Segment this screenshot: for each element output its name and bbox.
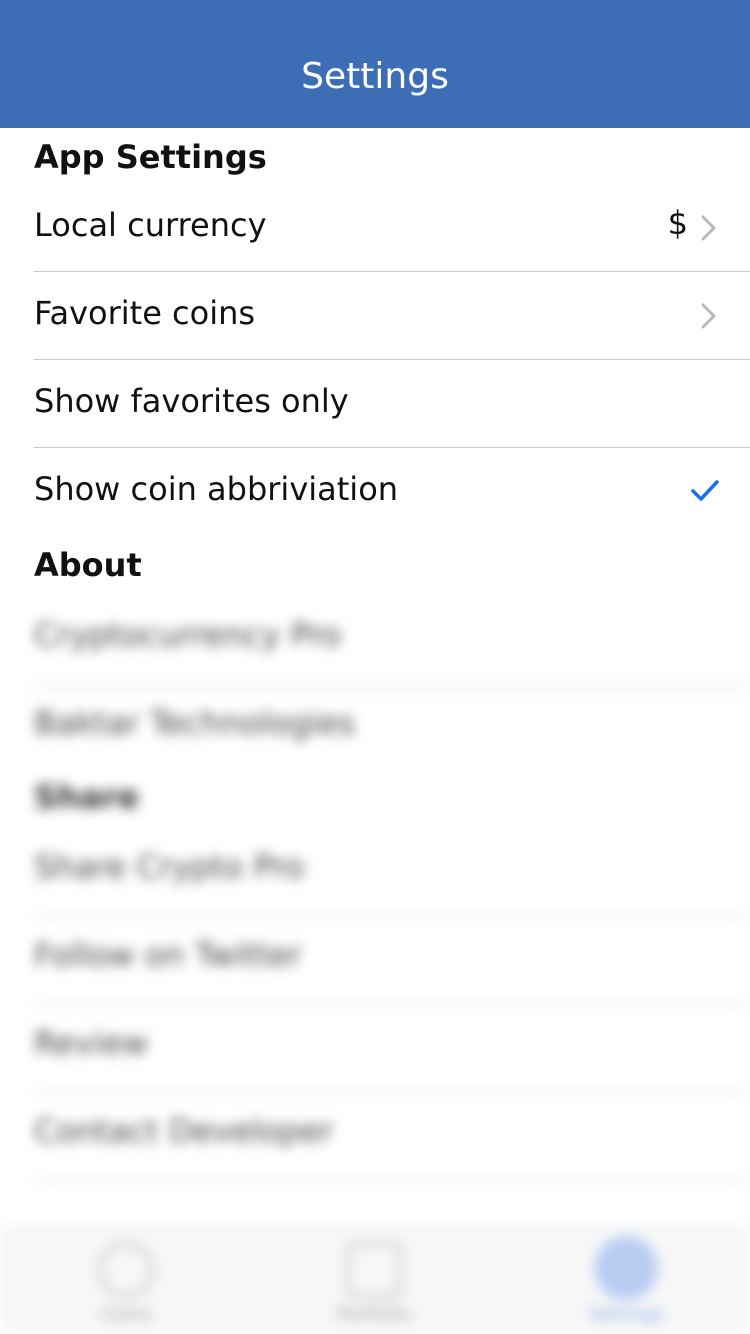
divider [34, 916, 750, 918]
blurred-content: Cryptocurrency Pro Baktar Technologies S… [0, 590, 750, 1334]
navigation-bar: Settings [0, 0, 750, 128]
portfolio-icon[interactable] [346, 1242, 402, 1298]
row-show-favorites-only[interactable]: Show favorites only [0, 360, 750, 448]
section-header-app-settings: App Settings [34, 138, 267, 176]
show-coin-abbreviation-label: Show coin abbriviation [34, 470, 399, 508]
share-row-review[interactable]: Review [34, 1024, 148, 1062]
page-title: Settings [301, 56, 449, 97]
coins-icon[interactable] [98, 1242, 154, 1298]
favorite-coins-label: Favorite coins [34, 294, 256, 332]
row-show-coin-abbreviation[interactable]: Show coin abbriviation [0, 448, 750, 536]
currency-value: $ [667, 204, 688, 242]
section-header-share: Share [34, 778, 139, 816]
share-row-contact-developer[interactable]: Contact Developer [34, 1112, 333, 1150]
share-row-follow-twitter[interactable]: Follow on Twitter [34, 936, 302, 974]
divider [34, 686, 750, 688]
row-local-currency[interactable]: Local currency $ [0, 184, 750, 272]
local-currency-label: Local currency [34, 206, 267, 244]
row-favorite-coins[interactable]: Favorite coins [0, 272, 750, 360]
settings-icon[interactable] [594, 1236, 658, 1300]
tab-label-portfolio[interactable]: Portfolio [314, 1304, 434, 1325]
divider [34, 1092, 750, 1094]
chevron-right-icon [701, 215, 716, 241]
share-row-share-app[interactable]: Share Crypto Pro [34, 848, 304, 886]
chevron-right-icon [701, 303, 716, 329]
show-favorites-only-label: Show favorites only [34, 382, 349, 420]
about-row-developer[interactable]: Baktar Technologies [34, 704, 355, 742]
tab-label-settings[interactable]: Settings [566, 1304, 686, 1325]
divider [34, 1004, 750, 1006]
divider [34, 1180, 750, 1182]
section-header-about: About [34, 546, 142, 584]
checkmark-icon [691, 480, 719, 501]
tab-bar: Coins Portfolio Settings [0, 1224, 750, 1334]
tab-label-coins[interactable]: Coins [66, 1304, 186, 1325]
about-row-app-name[interactable]: Cryptocurrency Pro [34, 616, 341, 654]
